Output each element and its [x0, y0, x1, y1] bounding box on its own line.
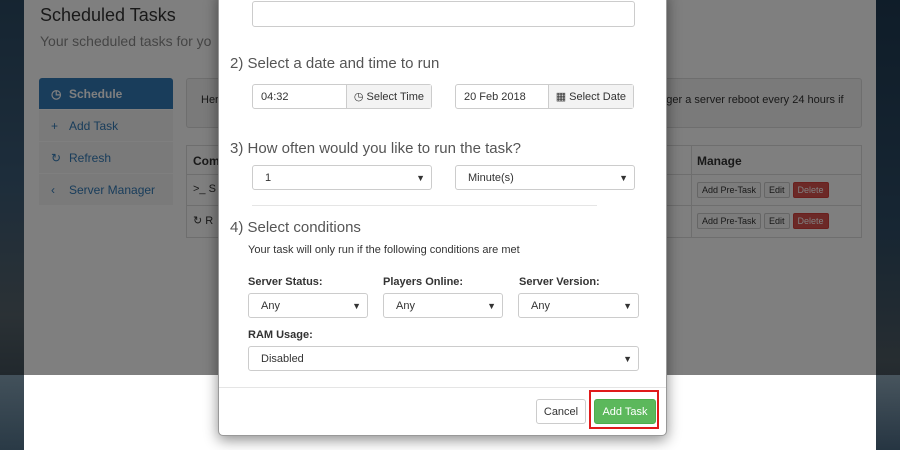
select-time-button[interactable]: ◷ Select Time: [345, 85, 431, 108]
interval-select[interactable]: 1 ▼: [252, 165, 432, 190]
ram-usage-select[interactable]: Disabled ▼: [248, 346, 639, 371]
select-date-button[interactable]: ▦ Select Date: [547, 85, 633, 108]
date-input-group: 20 Feb 2018 ▦ Select Date: [455, 84, 634, 109]
server-version-label: Server Version:: [519, 276, 600, 288]
divider: [252, 205, 597, 206]
players-online-label: Players Online:: [383, 276, 464, 288]
server-version-value: Any: [531, 299, 550, 312]
clock-icon: ◷: [353, 91, 364, 103]
ram-usage-value: Disabled: [261, 352, 304, 365]
server-status-select[interactable]: Any ▼: [248, 293, 368, 318]
select-time-label: Select Time: [366, 90, 424, 103]
chevron-down-icon: ▼: [619, 173, 628, 183]
chevron-down-icon: ▼: [623, 354, 632, 364]
chevron-down-icon: ▼: [487, 301, 496, 311]
section-date-time-title: 2) Select a date and time to run: [230, 55, 440, 72]
section-frequency-title: 3) How often would you like to run the t…: [230, 140, 521, 157]
server-version-select[interactable]: Any ▼: [518, 293, 639, 318]
modal-footer-divider: [219, 387, 666, 388]
conditions-note: Your task will only run if the following…: [248, 244, 520, 256]
players-online-value: Any: [396, 299, 415, 312]
chevron-down-icon: ▼: [416, 173, 425, 183]
chevron-down-icon: ▼: [623, 301, 632, 311]
interval-select-value: 1: [265, 171, 272, 184]
server-status-label: Server Status:: [248, 276, 323, 288]
players-online-select[interactable]: Any ▼: [383, 293, 503, 318]
chevron-down-icon: ▼: [352, 301, 361, 311]
add-task-modal: 2) Select a date and time to run 04:32 ◷…: [218, 0, 667, 436]
highlight-box: [589, 390, 659, 429]
server-status-value: Any: [261, 299, 280, 312]
time-input-group: 04:32 ◷ Select Time: [252, 84, 432, 109]
cancel-button[interactable]: Cancel: [536, 399, 586, 424]
select-date-label: Select Date: [569, 90, 626, 103]
time-input[interactable]: 04:32: [253, 91, 346, 103]
calendar-icon: ▦: [555, 91, 567, 103]
task-command-input[interactable]: [252, 1, 635, 27]
ram-usage-label: RAM Usage:: [248, 329, 313, 341]
date-input[interactable]: 20 Feb 2018: [456, 91, 548, 103]
interval-unit-select[interactable]: Minute(s) ▼: [455, 165, 635, 190]
interval-unit-value: Minute(s): [468, 171, 514, 184]
section-conditions-title: 4) Select conditions: [230, 219, 361, 236]
